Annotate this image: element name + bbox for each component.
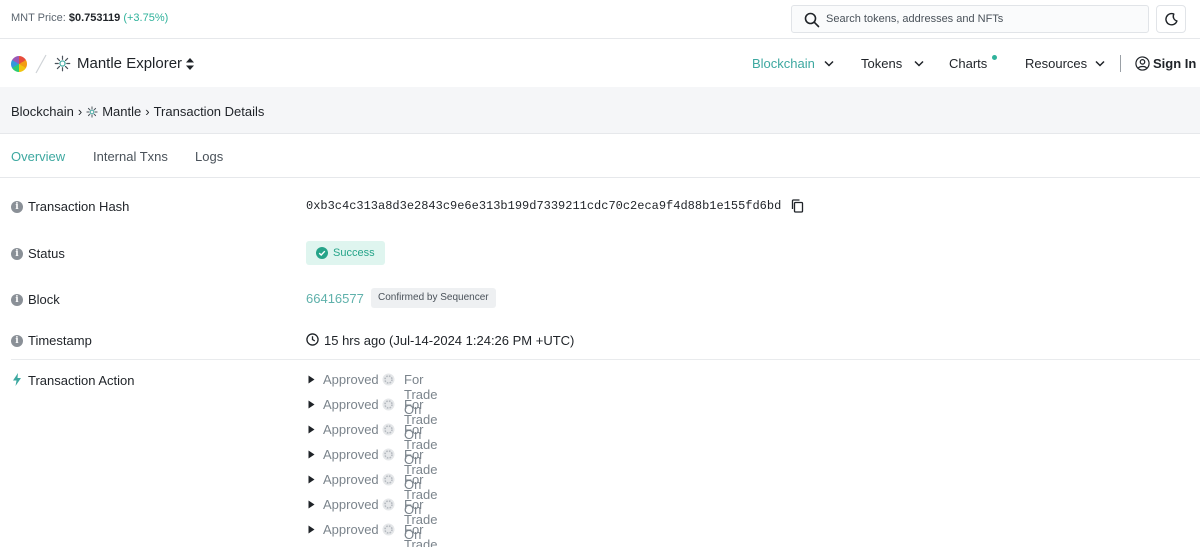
breadcrumb-mantle[interactable]: Mantle — [102, 104, 141, 119]
search-icon — [804, 12, 820, 28]
timestamp-value: 15 hrs ago (Jul-14-2024 1:24:26 PM +UTC) — [324, 333, 575, 348]
action-verb: Approved — [323, 447, 379, 462]
detail-tabs: Overview Internal Txns Logs — [0, 135, 1200, 178]
breadcrumb: Blockchain › Mantle › Transaction Detail… — [11, 104, 264, 119]
info-icon[interactable]: i — [11, 293, 23, 306]
breadcrumb-separator: › — [145, 104, 150, 119]
action-verb: Approved — [323, 522, 379, 537]
caret-right-icon[interactable] — [308, 500, 315, 509]
price-label: MNT Price: — [11, 12, 66, 24]
status-badge: Success — [306, 241, 385, 265]
breadcrumb-current: Transaction Details — [153, 104, 265, 119]
transaction-hash: 0xb3c4c313a8d3e2843c9e6e313b199d7339211c… — [306, 199, 782, 213]
mantle-logo-icon — [54, 55, 71, 72]
caret-right-icon[interactable] — [308, 400, 315, 409]
token-logo-icon — [382, 523, 395, 536]
token-logo-icon — [382, 498, 395, 511]
price-change: (+3.75%) — [123, 12, 169, 24]
network-logo-icon[interactable] — [11, 56, 27, 72]
status-label: Status — [28, 246, 65, 261]
new-indicator-dot — [992, 55, 997, 60]
chevron-down-icon — [824, 60, 834, 67]
action-verb: Approved — [323, 472, 379, 487]
nav-item-label: Charts — [949, 56, 988, 71]
action-verb: Approved — [323, 497, 379, 512]
sort-icon[interactable] — [185, 57, 195, 71]
caret-right-icon[interactable] — [308, 375, 315, 384]
breadcrumb-blockchain[interactable]: Blockchain — [11, 104, 74, 119]
lightning-icon — [13, 373, 21, 386]
search-input[interactable] — [826, 10, 1136, 28]
timestamp-label: Timestamp — [28, 333, 92, 348]
nav-item-charts[interactable]: Charts — [949, 55, 997, 71]
hash-row-label: i Transaction Hash — [11, 199, 129, 214]
tab-internal-txns[interactable]: Internal Txns — [93, 149, 168, 164]
info-icon[interactable]: i — [11, 200, 23, 213]
action-verb: Approved — [323, 422, 379, 437]
nav-item-label: Tokens — [861, 56, 903, 71]
price-value: $0.753119 — [68, 12, 121, 24]
mantle-logo-icon — [86, 105, 98, 118]
block-label: Block — [28, 292, 60, 307]
hash-label: Transaction Hash — [28, 199, 130, 214]
action-target[interactable]: For Trade On — [404, 522, 437, 547]
copy-icon[interactable] — [791, 199, 804, 213]
theme-toggle-button[interactable] — [1156, 5, 1186, 33]
action-verb: Approved — [323, 397, 379, 412]
breadcrumb-separator: › — [77, 104, 83, 119]
top-bar: MNT Price: $0.753119 (+3.75%) — [0, 0, 1200, 39]
slash-divider-icon — [35, 54, 47, 74]
timestamp-row-label: i Timestamp — [11, 333, 92, 348]
block-number-link[interactable]: 66416577 — [306, 291, 364, 306]
breadcrumb-bar: Blockchain › Mantle › Transaction Detail… — [0, 87, 1200, 134]
tab-overview[interactable]: Overview — [11, 149, 65, 164]
nav-item-tokens[interactable]: Tokens — [861, 56, 924, 71]
nav-item-label: Resources — [1025, 56, 1088, 71]
caret-right-icon[interactable] — [308, 525, 315, 534]
caret-right-icon[interactable] — [308, 475, 315, 484]
chevron-down-icon — [914, 60, 924, 67]
nav-item-label: Blockchain — [752, 56, 815, 71]
tab-logs[interactable]: Logs — [195, 149, 223, 164]
nav-item-blockchain[interactable]: Blockchain — [752, 56, 834, 71]
block-row-label: i Block — [11, 292, 60, 307]
transaction-action-label: Transaction Action — [28, 373, 135, 388]
info-icon[interactable]: i — [11, 334, 23, 347]
sign-in-button[interactable]: Sign In — [1153, 56, 1196, 71]
action-verb: Approved — [323, 372, 379, 387]
status-row-label: i Status — [11, 246, 65, 261]
user-icon[interactable] — [1135, 56, 1150, 71]
token-logo-icon — [382, 373, 395, 386]
moon-icon — [1165, 12, 1178, 26]
info-icon[interactable]: i — [11, 247, 23, 260]
token-logo-icon — [382, 423, 395, 436]
token-logo-icon — [382, 448, 395, 461]
section-divider — [11, 359, 1200, 360]
token-logo-icon — [382, 473, 395, 486]
nav-separator — [1120, 55, 1121, 72]
brand-name[interactable]: Mantle Explorer — [77, 55, 182, 72]
check-circle-icon — [316, 247, 328, 259]
nav-item-resources[interactable]: Resources — [1025, 56, 1105, 71]
mnt-price: MNT Price: $0.753119 (+3.75%) — [11, 12, 168, 24]
chevron-down-icon — [1095, 60, 1105, 67]
main-nav: Mantle Explorer Blockchain Tokens Charts… — [0, 40, 1200, 87]
caret-right-icon[interactable] — [308, 450, 315, 459]
status-text: Success — [333, 247, 375, 259]
confirmation-badge: Confirmed by Sequencer — [371, 288, 496, 308]
clock-icon — [306, 333, 319, 346]
token-logo-icon — [382, 398, 395, 411]
search-box[interactable] — [791, 5, 1149, 33]
caret-right-icon[interactable] — [308, 425, 315, 434]
